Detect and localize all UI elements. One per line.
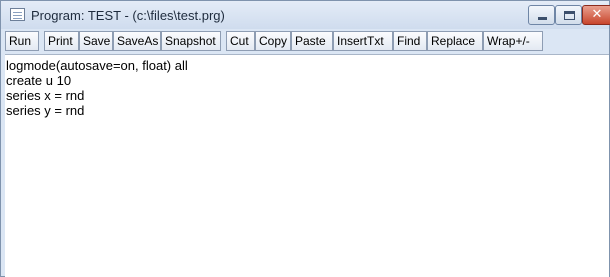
replace-button[interactable]: Replace (427, 31, 483, 51)
wrap-button[interactable]: Wrap+/- (483, 31, 543, 51)
inserttxt-button[interactable]: InsertTxt (333, 31, 393, 51)
paste-button[interactable]: Paste (291, 31, 333, 51)
code-line: series x = rnd (6, 88, 85, 103)
saveas-button[interactable]: SaveAs (113, 31, 161, 51)
minimize-button[interactable] (528, 5, 555, 25)
program-toolbar: Run Print Save SaveAs Snapshot Cut Copy … (5, 30, 609, 54)
maximize-icon (564, 11, 575, 20)
find-button[interactable]: Find (393, 31, 427, 51)
title-bar[interactable]: Program: TEST - (c:\files\test.prg) ✕ (1, 1, 610, 29)
copy-button[interactable]: Copy (255, 31, 291, 51)
print-button[interactable]: Print (44, 31, 79, 51)
program-editor[interactable]: logmode(autosave=on, float) all create u… (5, 54, 609, 277)
code-line: logmode(autosave=on, float) all (6, 58, 188, 73)
cut-button[interactable]: Cut (226, 31, 255, 51)
code-line: create u 10 (6, 73, 72, 88)
run-button[interactable]: Run (5, 31, 39, 51)
maximize-button[interactable] (555, 5, 582, 25)
close-icon: ✕ (591, 7, 603, 22)
window-title: Program: TEST - (c:\files\test.prg) (31, 8, 225, 23)
minimize-icon (538, 17, 547, 20)
program-icon (10, 8, 25, 21)
close-button[interactable]: ✕ (582, 5, 610, 25)
code-line: series y = rnd (6, 103, 85, 118)
save-button[interactable]: Save (79, 31, 113, 51)
program-window: Program: TEST - (c:\files\test.prg) ✕ Ru… (0, 0, 610, 277)
snapshot-button[interactable]: Snapshot (161, 31, 221, 51)
